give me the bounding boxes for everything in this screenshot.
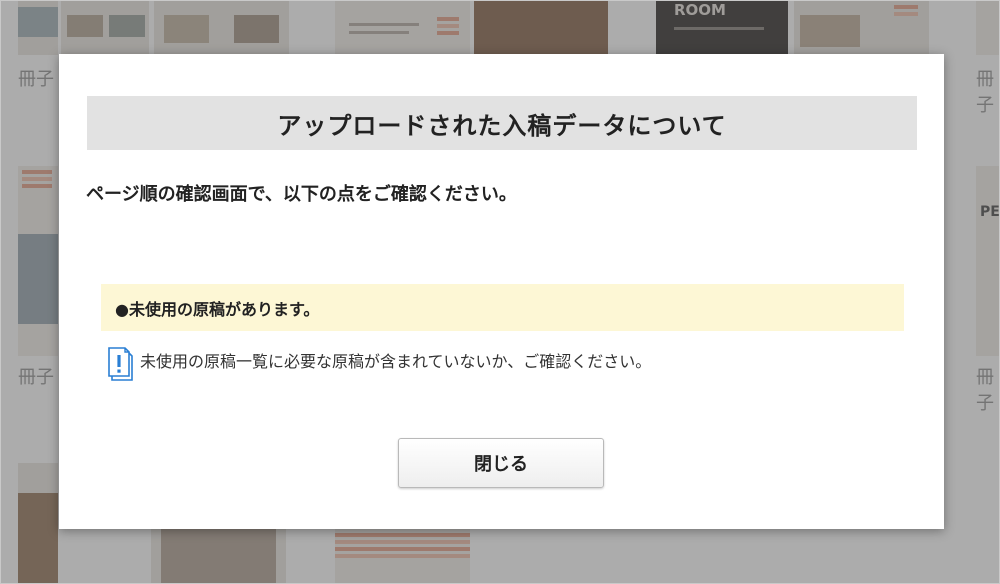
dialog-instruction: ページ順の確認画面で、以下の点をご確認ください。	[86, 184, 517, 205]
notice-title: ●未使用の原稿があります。	[115, 299, 320, 319]
document-alert-icon	[108, 347, 133, 381]
notice-text: 未使用の原稿一覧に必要な原稿が含まれていないか、ご確認ください。	[140, 352, 652, 371]
app-frame: ROOM 冊子 冊子 PE 冊子 冊子 アップロードされた入稿データについて ペ…	[0, 0, 1000, 584]
notice-box: ●未使用の原稿があります。	[101, 284, 904, 331]
upload-data-dialog: アップロードされた入稿データについて ページ順の確認画面で、以下の点をご確認くだ…	[59, 54, 944, 529]
dialog-title: アップロードされた入稿データについて	[87, 96, 917, 150]
close-button[interactable]: 閉じる	[398, 438, 604, 488]
notice-row: 未使用の原稿一覧に必要な原稿が含まれていないか、ご確認ください。	[106, 344, 651, 382]
